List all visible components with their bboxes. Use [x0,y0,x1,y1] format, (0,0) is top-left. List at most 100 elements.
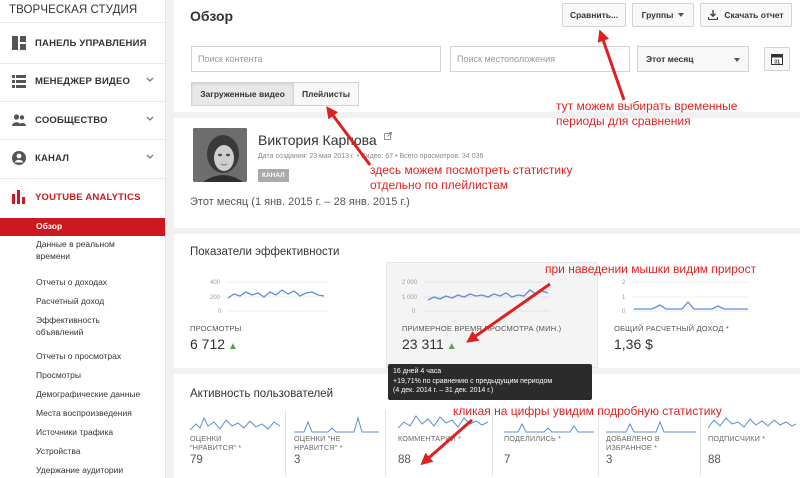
spark-axis-label: 200 [210,295,221,301]
chevron-down-icon[interactable] [146,153,154,161]
sidebar-subitem-traffic-sources[interactable]: Источники трафика [36,426,113,438]
comments-metric[interactable]: КОММЕНТАРИИ * 88 [398,434,488,466]
compare-button[interactable]: Сравнить... [562,3,626,27]
metric-value[interactable]: 88 [398,454,488,466]
channel-badge: КАНАЛ [258,169,289,182]
annotation-hover: при наведении мышки видим прирост [545,262,757,276]
metric-value[interactable]: 79 [190,454,280,466]
sidebar-group-revenue-reports[interactable]: Отчеты о доходах [36,276,107,288]
search-content-input[interactable]: Поиск контента [191,46,441,72]
sidebar-subitem-devices[interactable]: Устройства [36,445,80,457]
download-report-button[interactable]: Скачать отчет [700,3,792,27]
download-icon [708,10,719,20]
metric-value[interactable]: 1,36 $ [614,336,729,352]
avatar-image [193,128,247,182]
metric-value[interactable]: 88 [708,454,798,466]
sidebar-item-label: ПАНЕЛЬ УПРАВЛЕНИЯ [35,37,147,49]
calendar-icon: 31 [771,54,783,65]
divider [385,410,386,476]
spark-axis-label: 2 000 [402,280,418,286]
divider [0,178,165,179]
shares-metric[interactable]: ПОДЕЛИЛИСЬ * 7 [504,434,594,466]
views-metric[interactable]: ПРОСМОТРЫ 6 712 ▲ [190,324,242,352]
calendar-button[interactable]: 31 [764,47,790,71]
metric-label: ОЦЕНКИ "НЕ [294,434,341,443]
likes-sparkline[interactable] [190,410,280,434]
groups-button[interactable]: Группы [632,3,694,27]
metric-value[interactable]: 6 712 ▲ [190,336,242,352]
sidebar-subitem-overview[interactable]: Обзор [0,218,165,236]
watch-time-sparkline[interactable]: 2 000 1 000 0 [402,278,552,314]
caret-down-icon [734,58,740,62]
metric-value-text: 23 311 [402,336,444,352]
sidebar-item-channel[interactable]: КАНАЛ [0,144,165,172]
metric-label: ОЦЕНКИ [190,434,222,443]
spark-axis-label: 0 [412,309,416,314]
sidebar-subitem-audience-retention[interactable]: Удержание аудитории [36,464,123,476]
metric-value[interactable]: 23 311 ▲ [402,336,561,352]
channel-name-text: Виктория Карпова [258,132,377,148]
divider [0,139,165,140]
sidebar-subitem-playback-locations[interactable]: Места воспроизведения [36,407,132,419]
sidebar-subitem-views[interactable]: Просмотры [36,369,81,381]
watch-time-metric[interactable]: ПРИМЕРНОЕ ВРЕМЯ ПРОСМОТРА (МИН.) 23 311 ▲ [402,324,561,352]
sidebar-subitem-demographics[interactable]: Демографические данные [36,388,140,400]
chevron-down-icon[interactable] [146,76,154,84]
avatar[interactable] [193,128,247,182]
growth-tooltip: 16 дней 4 часа +19,71% по сравнению с пр… [388,364,592,400]
metric-label: ОБЩИЙ РАСЧЕТНЫЙ ДОХОД * [614,324,729,333]
metric-value[interactable]: 3 [294,454,384,466]
performance-panel: Показатели эффективности 400 200 0 2 000… [174,234,800,368]
annotation-line: здесь можем посмотреть статистику [370,163,573,177]
groups-button-label: Группы [641,10,674,20]
subscribers-metric[interactable]: ПОДПИСЧИКИ * 88 [708,434,798,466]
sidebar: ТВОРЧЕСКАЯ СТУДИЯ ПАНЕЛЬ УПРАВЛЕНИЯ МЕНЕ… [0,0,166,478]
sidebar-item-youtube-analytics[interactable]: YOUTUBE ANALYTICS [0,183,165,211]
divider [285,410,286,476]
sidebar-item-label: КАНАЛ [35,152,70,164]
annotation-compare: тут можем выбирать временные периоды для… [556,99,737,128]
community-icon [12,114,26,126]
annotation-click: кликая на цифры увидим подробную статист… [453,404,722,418]
tooltip-line: +19,71% по сравнению с предыдущим период… [393,377,553,385]
tab-playlists[interactable]: Плейлисты [293,82,359,106]
favorites-metric[interactable]: ДОБАВЛЕНО В ИЗБРАННОЕ * 3 [606,434,696,466]
chevron-down-icon[interactable] [146,115,154,123]
channel-icon [12,151,26,165]
sidebar-item-video-manager[interactable]: МЕНЕДЖЕР ВИДЕО [0,67,165,95]
performance-title: Показатели эффективности [190,246,340,258]
divider [0,63,165,64]
metric-label: ПРИМЕРНОЕ ВРЕМЯ ПРОСМОТРА (МИН.) [402,324,562,333]
revenue-metric[interactable]: ОБЩИЙ РАСЧЕТНЫЙ ДОХОД * 1,36 $ [614,324,729,352]
metric-label: "НРАВИТСЯ" * [190,443,242,452]
period-select[interactable]: Этот месяц [637,46,749,72]
sidebar-item-community[interactable]: СООБЩЕСТВО [0,106,165,134]
spark-axis-label: 0 [622,309,626,314]
sidebar-subitem-estimated-revenue[interactable]: Расчетный доход [36,295,104,307]
views-sparkline[interactable]: 400 200 0 [210,278,330,314]
spark-axis-label: 2 [622,280,626,286]
sidebar-subitem-ad-performance[interactable]: Эффективность объявлений [36,314,126,338]
channel-name[interactable]: Виктория Карпова [258,132,392,148]
activity-title: Активность пользователей [190,388,333,400]
metric-value[interactable]: 3 [606,454,696,466]
sidebar-group-views-reports[interactable]: Отчеты о просмотрах [36,350,121,362]
metric-value[interactable]: 7 [504,454,594,466]
tooltip-line: (4 дек. 2014 г. – 31 дек. 2014 г.) [393,387,494,394]
divider [0,101,165,102]
sidebar-item-dashboard[interactable]: ПАНЕЛЬ УПРАВЛЕНИЯ [0,29,165,57]
sidebar-subitem-realtime[interactable]: Данные в реальном времени [36,238,146,262]
sidebar-item-label: YOUTUBE ANALYTICS [35,191,141,203]
tab-uploaded-videos[interactable]: Загруженные видео [191,82,294,106]
likes-metric[interactable]: ОЦЕНКИ "НРАВИТСЯ" * 79 [190,434,280,466]
dislikes-metric[interactable]: ОЦЕНКИ "НЕ НРАВИТСЯ" * 3 [294,434,384,466]
download-report-label: Скачать отчет [724,10,784,20]
divider [492,410,493,476]
sidebar-item-label: МЕНЕДЖЕР ВИДЕО [35,75,131,87]
studio-title[interactable]: ТВОРЧЕСКАЯ СТУДИЯ [9,4,137,16]
dislikes-sparkline[interactable] [294,410,379,434]
caret-down-icon [678,13,685,17]
divider [0,22,165,23]
search-location-input[interactable]: Поиск местоположения [450,46,630,72]
revenue-sparkline[interactable]: 2 1 0 [622,278,752,314]
